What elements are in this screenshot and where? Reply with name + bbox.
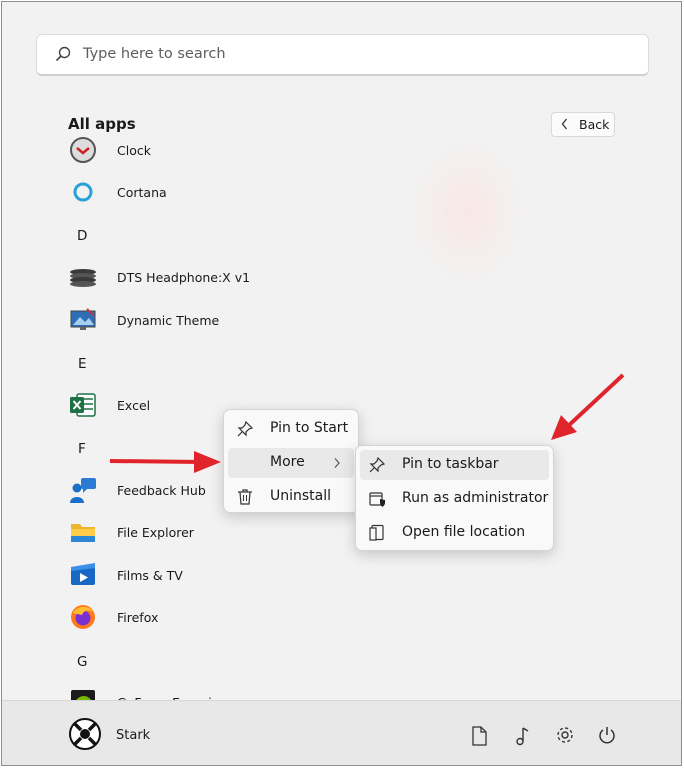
arrow-to-more [109, 451, 221, 473]
start-menu: Type here to search All apps Back Clock … [1, 1, 682, 766]
arrow-to-pin-to-taskbar [551, 373, 625, 440]
annotation-arrows [109, 373, 625, 473]
